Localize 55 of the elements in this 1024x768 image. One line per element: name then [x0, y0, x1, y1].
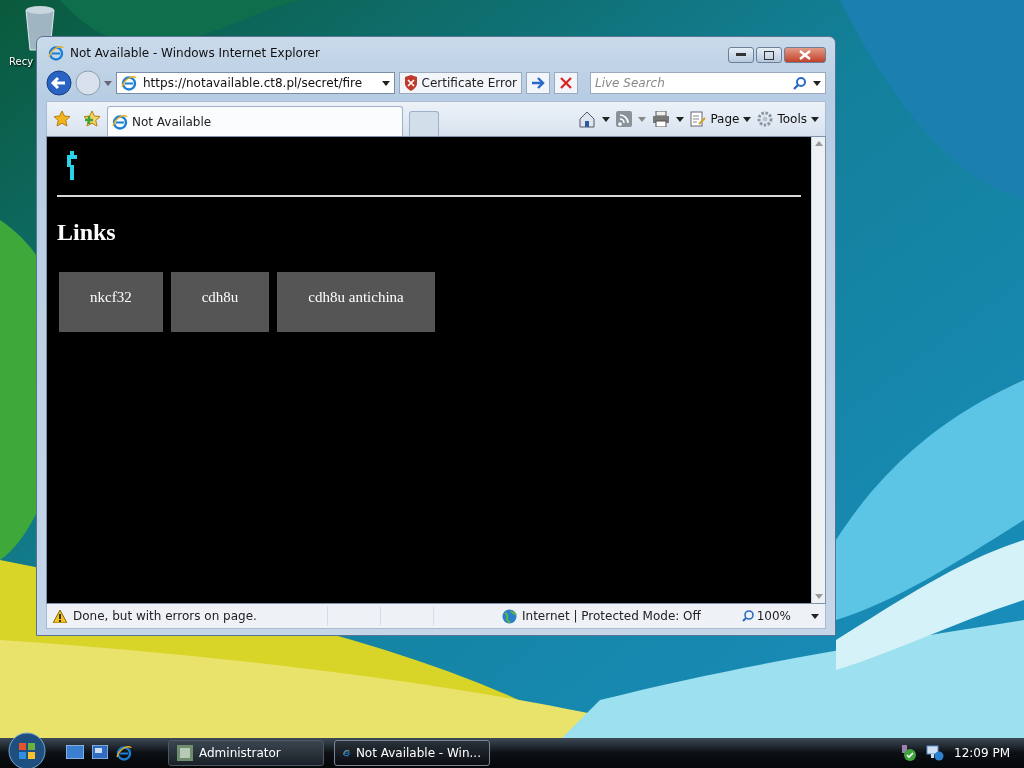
taskbar-button[interactable]: Administrator [168, 740, 324, 766]
caret-icon[interactable] [743, 116, 752, 122]
back-button[interactable] [46, 70, 72, 96]
address-field[interactable]: https://notavailable.ct8.pl/secret/fire [116, 72, 395, 94]
maximize-icon[interactable] [764, 50, 774, 60]
hook-icon [67, 151, 77, 181]
browser-icon [48, 45, 64, 61]
caret-icon[interactable] [813, 80, 821, 86]
link-button[interactable]: cdh8u antichina [277, 272, 435, 332]
search-icon[interactable] [793, 76, 807, 90]
browser-icon [116, 745, 132, 761]
caret-icon[interactable] [811, 116, 819, 122]
console-icon [177, 745, 193, 761]
globe-icon [502, 608, 517, 624]
page-menu[interactable]: Page [690, 111, 752, 127]
close-icon[interactable] [560, 77, 572, 89]
stop-button[interactable] [554, 72, 578, 94]
warning-icon[interactable] [53, 609, 67, 623]
link-button[interactable]: nkcf32 [59, 272, 163, 332]
maximize-button[interactable] [756, 47, 782, 63]
security-zone: Internet | Protected Mode: Off [522, 609, 701, 623]
feed-icon[interactable] [616, 111, 633, 127]
gear-icon[interactable] [757, 111, 774, 127]
close-button[interactable] [784, 47, 826, 63]
home-icon[interactable] [578, 110, 597, 128]
section-heading: Links [57, 219, 117, 246]
start-button[interactable] [8, 732, 46, 768]
add-favorite-icon[interactable] [83, 110, 101, 128]
window-title: Not Available - Windows Internet Explorer [70, 46, 321, 60]
caret-icon[interactable] [381, 80, 390, 86]
minimize-icon[interactable] [736, 53, 746, 57]
page-icon [121, 75, 137, 91]
magnifier-icon[interactable] [741, 610, 754, 622]
printer-icon[interactable] [652, 111, 671, 127]
caret-icon[interactable] [602, 116, 611, 122]
minimize-button[interactable] [728, 47, 754, 63]
zoom-control[interactable]: 100% [741, 609, 791, 623]
link-button[interactable]: cdh8u [170, 272, 270, 332]
arrow-right-icon[interactable] [531, 77, 545, 89]
windows-icon[interactable] [92, 745, 108, 759]
go-button[interactable] [526, 72, 550, 94]
star-icon[interactable] [53, 110, 71, 128]
desktop-icon-label[interactable]: Recy [9, 56, 34, 67]
network-icon[interactable] [926, 745, 944, 761]
shield-icon[interactable] [403, 75, 418, 91]
browser-tab[interactable]: Not Available [107, 106, 403, 136]
certificate-error-button[interactable]: Certificate Error [398, 72, 522, 94]
caret-icon[interactable] [676, 116, 685, 122]
search-field[interactable]: Live Search [590, 72, 826, 94]
shield-check-icon[interactable] [900, 745, 916, 761]
clock[interactable]: 12:09 PM [954, 746, 1010, 760]
tools-menu[interactable]: Tools [757, 111, 819, 127]
page-icon [112, 113, 128, 130]
status-message: Done, but with errors on page. [73, 609, 258, 623]
taskbar-button[interactable]: Not Available - Win... [334, 740, 490, 766]
